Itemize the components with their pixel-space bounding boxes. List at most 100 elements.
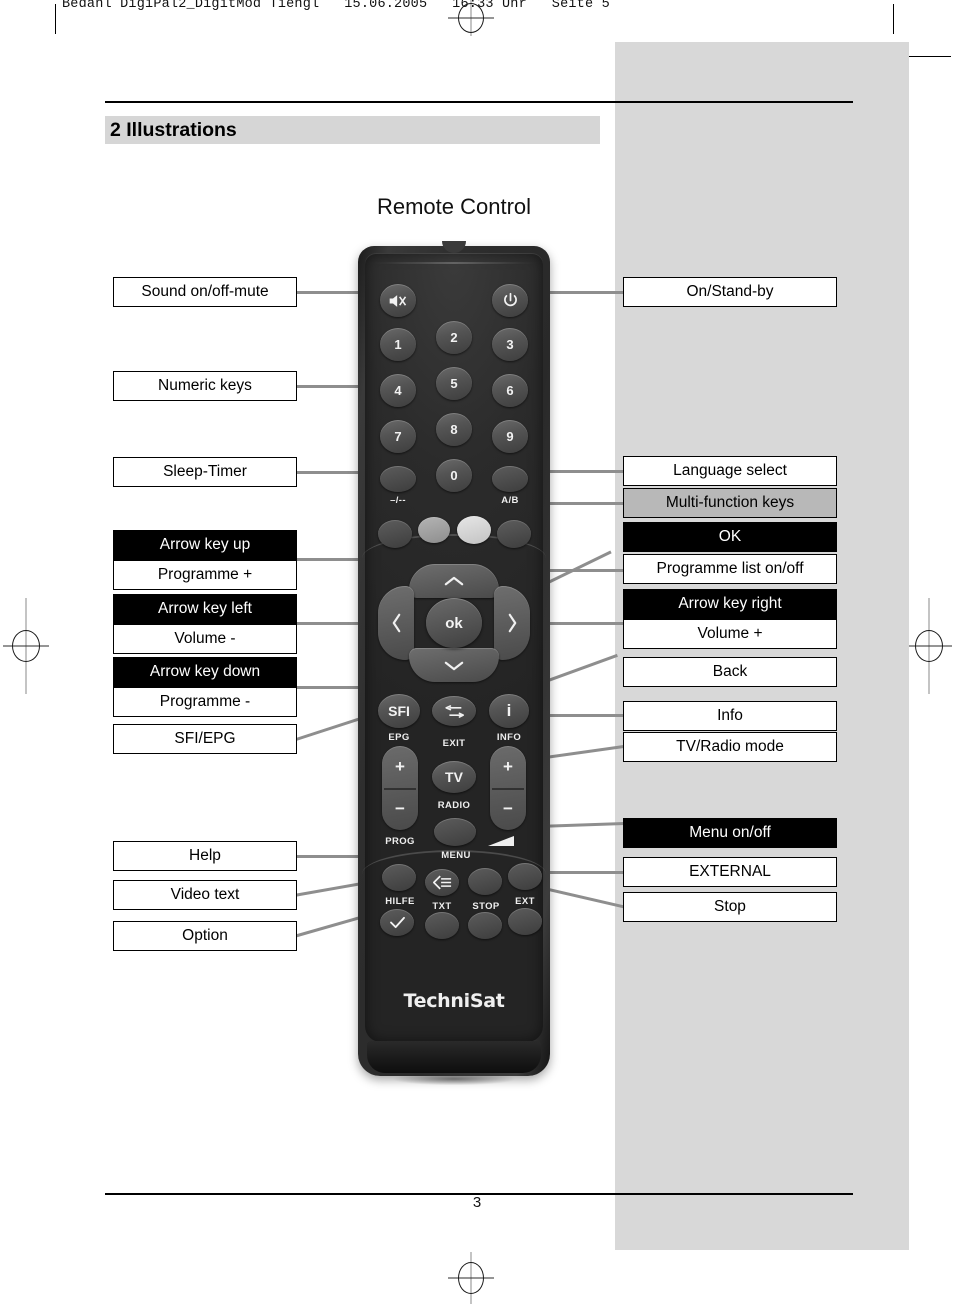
callout-volume-plus[interactable]: Volume + [623, 619, 837, 649]
multifunction-key-1[interactable] [378, 520, 412, 548]
page-number: 3 [472, 1194, 482, 1211]
bottom-key-3[interactable] [468, 912, 502, 939]
callout-label-text: SFI/EPG [174, 730, 236, 748]
callout-arrow-key-right[interactable]: Arrow key right [623, 589, 837, 619]
numeric-key-label: 6 [506, 383, 514, 398]
numeric-key-label: 4 [394, 383, 402, 398]
mute-speaker-icon [389, 294, 407, 307]
numeric-key-2[interactable]: 2 [436, 321, 472, 354]
callout-volume-minus[interactable]: Volume - [113, 624, 297, 654]
section-heading-band: 2 Illustrations [105, 116, 600, 144]
arrow-key-up-button[interactable] [409, 564, 499, 598]
volume-rocker[interactable]: + − [490, 746, 526, 830]
callout-label-text: Stop [714, 898, 746, 916]
sfi-epg-button[interactable]: SFI [378, 694, 420, 728]
numeric-key-8[interactable]: 8 [436, 413, 472, 446]
arrow-key-down-button[interactable] [409, 648, 499, 682]
callout-video-text[interactable]: Video text [113, 880, 297, 910]
registration-mark-top [448, 0, 494, 36]
section-heading-text: 2 Illustrations [110, 119, 237, 141]
numeric-key-4[interactable]: 4 [380, 374, 416, 407]
multifunction-key-2[interactable] [418, 517, 450, 543]
numeric-key-3[interactable]: 3 [492, 328, 528, 361]
callout-label-text: Language select [673, 462, 787, 480]
callout-ok[interactable]: OK [623, 522, 837, 552]
multifunction-key-3[interactable] [457, 516, 491, 544]
prog-caption: PROG [385, 836, 415, 847]
registration-mark-right [906, 598, 952, 694]
programme-plus-label: + [395, 757, 405, 776]
callout-info[interactable]: Info [623, 701, 837, 731]
callout-external[interactable]: EXTERNAL [623, 857, 837, 887]
numeric-key-0[interactable]: 0 [436, 459, 472, 492]
sleep-timer-button[interactable] [380, 466, 416, 492]
registration-mark-left [3, 598, 49, 694]
callout-language-select[interactable]: Language select [623, 456, 837, 486]
callout-label-text: Back [712, 663, 748, 681]
numeric-key-label: 7 [394, 429, 402, 444]
callout-label-text: Arrow key left [158, 600, 252, 618]
callout-arrow-key-down[interactable]: Arrow key down [113, 657, 297, 687]
power-standby-button[interactable] [492, 284, 528, 317]
sleep-timer-caption: –/-- [390, 495, 406, 506]
arrow-key-right-button[interactable] [494, 586, 530, 660]
option-button[interactable] [380, 909, 414, 936]
callout-label-text: Programme - [159, 693, 251, 711]
programme-rocker[interactable]: + − [382, 746, 418, 830]
info-button[interactable]: i [489, 694, 529, 728]
epg-caption: EPG [388, 732, 410, 743]
menu-button[interactable] [434, 818, 476, 846]
callout-tv-radio-mode[interactable]: TV/Radio mode [623, 732, 837, 762]
arrow-key-left-button[interactable] [378, 586, 414, 660]
callout-programme-minus[interactable]: Programme - [113, 687, 297, 717]
numeric-key-9[interactable]: 9 [492, 420, 528, 453]
print-header-line: Bedanl DigiPal2_DigitMod Tiengl 15.06.20… [62, 0, 610, 12]
callout-label-text: Menu on/off [689, 824, 771, 842]
callout-stop[interactable]: Stop [623, 892, 837, 922]
callout-sound-mute[interactable]: Sound on/off-mute [113, 277, 297, 307]
callout-sleep-timer[interactable]: Sleep-Timer [113, 457, 297, 487]
ok-button[interactable]: ok [426, 598, 482, 648]
exit-back-button[interactable] [432, 696, 476, 726]
numeric-key-7[interactable]: 7 [380, 420, 416, 453]
numeric-key-label: 1 [394, 337, 402, 352]
callout-programme-plus[interactable]: Programme + [113, 560, 297, 590]
multifunction-key-4[interactable] [497, 520, 531, 548]
callout-multifunction-keys[interactable]: Multi-function keys [623, 488, 837, 518]
remote-seam-top [370, 262, 538, 264]
bottom-key-4[interactable] [508, 908, 542, 935]
stop-button[interactable] [468, 868, 502, 895]
mute-button[interactable] [380, 284, 416, 317]
volume-minus-label: − [503, 799, 513, 818]
callout-back[interactable]: Back [623, 657, 837, 687]
bottom-key-2[interactable] [425, 912, 459, 939]
callout-option[interactable]: Option [113, 921, 297, 951]
callout-arrow-key-up[interactable]: Arrow key up [113, 530, 297, 560]
remote-body: 1 2 3 4 5 6 7 8 9 0 –/-- A/B ok SFI EPG … [358, 241, 550, 1076]
video-text-button[interactable] [425, 869, 459, 896]
rocker-divider [384, 788, 416, 790]
external-button[interactable] [508, 863, 542, 890]
callout-label-text: Programme + [157, 566, 253, 584]
numeric-key-1[interactable]: 1 [380, 328, 416, 361]
exit-caption: EXIT [442, 738, 466, 749]
numeric-key-6[interactable]: 6 [492, 374, 528, 407]
numeric-key-label: 9 [506, 429, 514, 444]
registration-mark-bottom [448, 1252, 494, 1304]
tv-radio-button[interactable]: TV [432, 761, 476, 793]
help-button[interactable] [382, 864, 416, 891]
callout-label-text: Info [717, 707, 743, 725]
callout-programme-list[interactable]: Programme list on/off [623, 554, 837, 584]
callout-arrow-key-left[interactable]: Arrow key left [113, 594, 297, 624]
callout-label-text: Programme list on/off [656, 560, 804, 578]
sfi-button-label: SFI [388, 703, 410, 719]
callout-sfi-epg[interactable]: SFI/EPG [113, 724, 297, 754]
language-select-button[interactable] [492, 466, 528, 492]
navigation-dpad: ok [378, 564, 530, 682]
numeric-key-5[interactable]: 5 [436, 367, 472, 400]
callout-numeric-keys[interactable]: Numeric keys [113, 371, 297, 401]
callout-label-text: Sleep-Timer [163, 463, 247, 481]
callout-on-standby[interactable]: On/Stand-by [623, 277, 837, 307]
callout-help[interactable]: Help [113, 841, 297, 871]
callout-menu-on-off[interactable]: Menu on/off [623, 818, 837, 848]
